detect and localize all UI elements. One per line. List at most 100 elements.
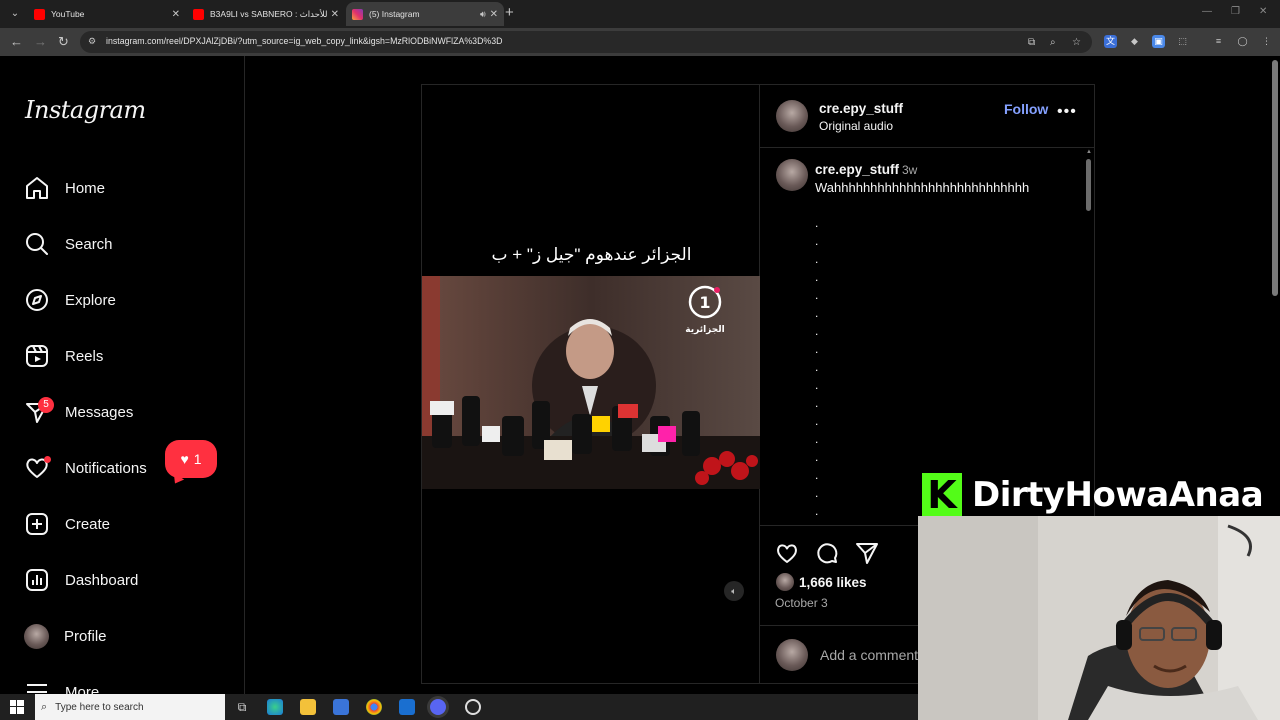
sidebar-item-label: Search: [65, 235, 113, 253]
sidebar-item-create[interactable]: Create: [24, 510, 110, 538]
taskbar-search-box[interactable]: ⌕ Type here to search: [35, 694, 225, 720]
sidebar-item-label: Create: [65, 515, 111, 533]
edge-icon[interactable]: [267, 699, 283, 715]
store-icon[interactable]: [333, 699, 349, 715]
install-app-icon[interactable]: ⧉: [1028, 37, 1035, 48]
site-info-icon[interactable]: ⚙: [88, 36, 99, 47]
sidebar-item-explore[interactable]: Explore: [24, 286, 116, 314]
chrome-icon[interactable]: [366, 699, 382, 715]
url-text[interactable]: instagram.com/reel/DPXJAlZjDBi/?utm_sour…: [106, 36, 502, 46]
share-send-icon[interactable]: [855, 541, 879, 565]
reel-player[interactable]: الجزائر عندهوم "جيل ز" + ب 1 الجزائرية 🔈…: [421, 84, 761, 684]
comment-text: Wahhhhhhhhhhhhhhhhhhhhhhhhhhh: [815, 180, 1030, 195]
page-scrollbar-thumb[interactable]: [1272, 60, 1278, 296]
author-avatar[interactable]: [776, 100, 808, 132]
comment-avatar[interactable]: [776, 159, 808, 191]
translate-extension-icon[interactable]: 文: [1104, 35, 1117, 48]
sidebar-item-label: Reels: [65, 347, 104, 365]
author-username[interactable]: cre.epy_stuff: [819, 101, 903, 116]
forward-button[interactable]: →: [34, 34, 47, 50]
avatar: [24, 623, 49, 649]
streamer-handle: DirtyHowaAnaa: [972, 475, 1264, 515]
more-options-icon[interactable]: •••: [1057, 103, 1077, 121]
minimize-icon[interactable]: —: [1202, 6, 1212, 17]
my-avatar: [776, 639, 808, 671]
blue-extension-icon[interactable]: ▣: [1152, 35, 1165, 48]
instagram-logo[interactable]: Instagram: [25, 96, 146, 124]
comment-bubble-icon[interactable]: [815, 541, 839, 565]
home-icon: [24, 175, 50, 201]
new-tab-button[interactable]: +: [505, 5, 514, 21]
notification-dot: [44, 456, 51, 463]
post-date[interactable]: October 3: [775, 596, 828, 610]
close-tab-icon[interactable]: ✕: [172, 9, 180, 20]
close-tab-icon[interactable]: ✕: [490, 9, 498, 20]
sidebar-item-dashboard[interactable]: Dashboard: [24, 566, 138, 594]
scrollbar-thumb[interactable]: [1086, 159, 1091, 211]
search-icon: [24, 231, 50, 257]
liker-avatar[interactable]: [776, 573, 794, 591]
comments-scrollbar[interactable]: ▲: [1085, 149, 1092, 521]
dashboard-icon: [24, 567, 50, 593]
zoom-icon[interactable]: ⌕: [1050, 37, 1056, 48]
browser-tab-b3a9li[interactable]: B3A9LI vs SABNERO : ‫للأحداث ‬ ✕: [187, 2, 345, 26]
outlook-icon[interactable]: [399, 699, 415, 715]
sidebar-item-notifications[interactable]: Notifications: [24, 454, 147, 482]
sidebar-item-label: Profile: [64, 627, 107, 645]
follow-button[interactable]: Follow: [1004, 101, 1048, 117]
browser-tab-bar: ⌄ YouTube ✕ B3A9LI vs SABNERO : ‫للأحداث…: [0, 0, 1280, 28]
tab-title: B3A9LI vs SABNERO : ‫للأحداث ‬: [210, 8, 327, 19]
scroll-up-icon[interactable]: ▲: [1086, 149, 1092, 155]
heart-icon: [24, 455, 51, 481]
sidebar-item-label: Notifications: [65, 459, 147, 477]
profile-icon[interactable]: ◯: [1236, 35, 1249, 48]
audio-link[interactable]: Original audio: [819, 119, 893, 133]
reel-video-frame[interactable]: 1 الجزائرية: [422, 276, 761, 489]
extensions-puzzle-icon[interactable]: ⬚: [1176, 35, 1189, 48]
maximize-icon[interactable]: ❐: [1231, 6, 1240, 17]
file-explorer-icon[interactable]: [300, 699, 316, 715]
obs-icon[interactable]: [465, 699, 481, 715]
sidebar-item-reels[interactable]: Reels: [24, 342, 103, 370]
sidebar-item-label: Messages: [65, 403, 134, 421]
windows-start-icon[interactable]: [10, 700, 24, 714]
notification-count-popup[interactable]: ♥ 1: [165, 440, 217, 478]
channel-logo-number: 1: [699, 293, 710, 312]
instagram-sidebar: Instagram Home Search Explore Reels 5 Me…: [0, 56, 245, 701]
caption-dots: ........ .........: [815, 216, 819, 518]
bookmark-star-icon[interactable]: ☆: [1072, 37, 1081, 48]
mute-toggle-icon[interactable]: 🔈︎: [724, 581, 744, 601]
discord-icon[interactable]: [430, 699, 446, 715]
task-view-icon[interactable]: ⧉: [234, 699, 250, 715]
comment-username[interactable]: cre.epy_stuff: [815, 162, 899, 177]
diamond-extension-icon[interactable]: ◆: [1128, 35, 1141, 48]
reading-list-icon[interactable]: ≡: [1212, 35, 1225, 48]
speaker-icon[interactable]: 🔊︎: [480, 9, 486, 20]
likes-count[interactable]: 1,666 likes: [799, 575, 867, 590]
browser-menu-icon[interactable]: ⋮: [1260, 35, 1273, 48]
header-divider: [760, 147, 1095, 148]
streamer-name-overlay: K DirtyHowaAnaa: [922, 472, 1264, 518]
instagram-favicon-icon: [352, 8, 363, 20]
sidebar-item-messages[interactable]: 5 Messages: [24, 397, 134, 426]
add-comment-input[interactable]: Add a comment...: [820, 647, 930, 663]
reload-button[interactable]: ↻: [58, 34, 69, 50]
sidebar-item-home[interactable]: Home: [24, 174, 105, 202]
sidebar-item-profile[interactable]: Profile: [24, 622, 107, 650]
channel-logo-text: الجزائرية: [685, 325, 724, 335]
webcam-feed: [918, 516, 1280, 720]
close-tab-icon[interactable]: ✕: [331, 9, 339, 20]
sidebar-item-search[interactable]: Search: [24, 230, 113, 258]
tab-search-button[interactable]: ⌄: [6, 5, 24, 23]
like-heart-icon[interactable]: [775, 541, 799, 565]
notification-count: 1: [193, 451, 202, 467]
address-bar[interactable]: ⚙ instagram.com/reel/DPXJAlZjDBi/?utm_so…: [80, 31, 1092, 53]
sidebar-item-label: Explore: [65, 291, 116, 309]
comment-timestamp[interactable]: 3w: [902, 163, 917, 177]
browser-tab-youtube[interactable]: YouTube ✕: [28, 2, 186, 26]
back-button[interactable]: ←: [10, 34, 23, 50]
window-close-icon[interactable]: ✕: [1259, 6, 1267, 17]
browser-tab-instagram[interactable]: (5) Instagram 🔊︎ ✕: [346, 2, 504, 26]
kick-logo-icon: K: [922, 473, 962, 517]
youtube-favicon-icon: [34, 8, 45, 20]
